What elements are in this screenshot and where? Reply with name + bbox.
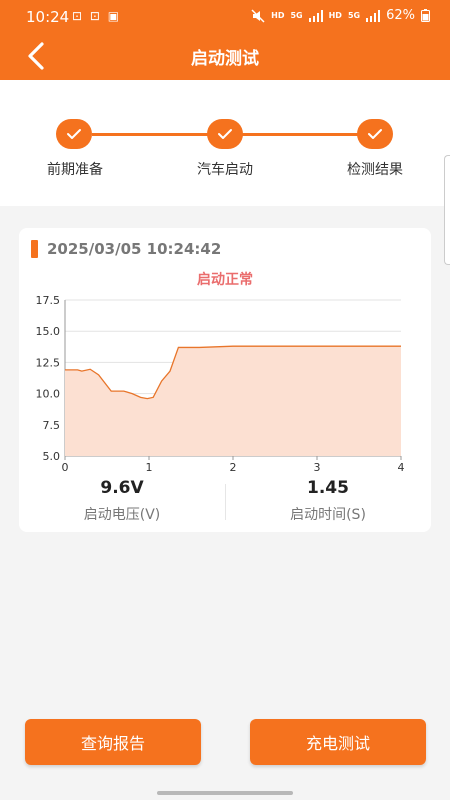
battery-icon (421, 9, 430, 22)
step-connector-1 (92, 133, 208, 136)
start-status: 启动正常 (197, 272, 253, 288)
check-icon (368, 129, 382, 139)
check-icon (67, 129, 81, 139)
app-header: 10:24 ⊡ ⊡ ▣ HD 5G HD 5G 62% 启动测试 (0, 0, 450, 80)
y-tick-label: 12.5 (36, 356, 61, 369)
test-datetime: 2025/03/05 10:24:42 (47, 240, 222, 258)
hd-indicator-1: HD (271, 11, 285, 20)
voltage-chart: 17.5 15.0 12.5 10.0 7.5 5.00 1 2 3 4 (36, 294, 405, 474)
side-drawer-handle[interactable] (444, 155, 450, 265)
y-tick-label: 17.5 (36, 294, 61, 307)
page-title: 启动测试 (191, 49, 259, 69)
signal-icon-2 (366, 9, 381, 22)
query-report-button[interactable]: 查询报告 (25, 719, 201, 765)
result-card: 2025/03/05 10:24:42 启动正常 17.5 15.0 12.5 10.… (19, 228, 431, 532)
progress-stepper: 前期准备 汽车启动 检测结果 (0, 80, 450, 206)
x-tick-label: 0 (62, 461, 69, 474)
y-tick-label: 15.0 (36, 325, 61, 338)
check-icon (218, 129, 232, 139)
x-tick-label: 4 (398, 461, 405, 474)
status-bar: 10:24 ⊡ ⊡ ▣ HD 5G HD 5G 62% (0, 0, 450, 32)
step-1-check (56, 119, 92, 149)
x-tick-label: 1 (146, 461, 153, 474)
notification-icons: ⊡ ⊡ ▣ (72, 9, 122, 23)
home-indicator[interactable] (157, 791, 293, 795)
voltage-metric: 9.6V 启动电压(V) (19, 478, 225, 524)
x-tick-label: 3 (314, 461, 321, 474)
x-tick-label: 2 (230, 461, 237, 474)
nav-bar: 启动测试 (0, 32, 450, 80)
y-tick-label: 7.5 (43, 419, 61, 432)
hd-indicator-2: HD (328, 11, 342, 20)
time-label: 启动时间(S) (290, 507, 366, 523)
mute-icon (251, 8, 265, 23)
5g-indicator-2: 5G (347, 11, 361, 20)
signal-icon-1 (308, 9, 323, 22)
time-metric: 1.45 启动时间(S) (225, 478, 431, 524)
step-label-start: 汽车启动 (197, 162, 253, 178)
step-label-result: 检测结果 (347, 162, 403, 178)
card-accent-bar (31, 240, 38, 258)
step-connector-2 (242, 133, 358, 136)
voltage-label: 启动电压(V) (83, 507, 161, 523)
y-tick-label: 5.0 (43, 450, 61, 463)
y-tick-label: 10.0 (36, 388, 61, 401)
status-right: HD 5G HD 5G 62% (251, 8, 430, 23)
step-3-check (357, 119, 393, 149)
charge-test-button[interactable]: 充电测试 (250, 719, 426, 765)
time-value: 1.45 (307, 478, 349, 498)
status-time: 10:24 (26, 8, 70, 26)
voltage-value: 9.6V (100, 478, 144, 498)
battery-percent: 62% (386, 8, 415, 23)
5g-indicator-1: 5G (290, 11, 303, 20)
step-label-prepare: 前期准备 (47, 162, 103, 178)
step-2-check (207, 119, 243, 149)
